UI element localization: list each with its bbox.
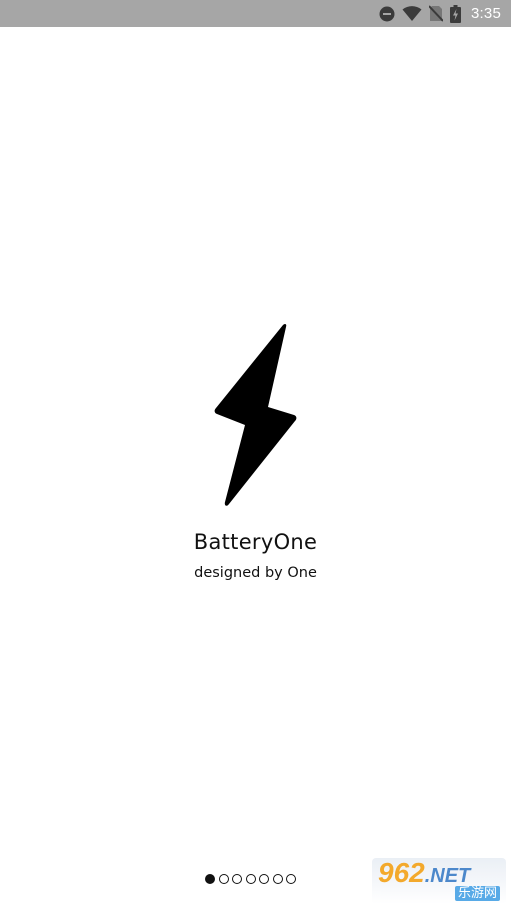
- page-dot[interactable]: [259, 874, 269, 884]
- page-indicator: [205, 874, 296, 884]
- page-dot[interactable]: [272, 874, 283, 884]
- page-dot[interactable]: [245, 874, 256, 884]
- status-time: 3:35: [471, 5, 501, 22]
- page-dot[interactable]: [286, 874, 296, 884]
- watermark-subtitle: 乐游网: [454, 886, 500, 901]
- status-icons: 3:35: [379, 0, 501, 27]
- app-name: BatteryOne: [193, 530, 318, 554]
- page-dot[interactable]: [218, 874, 229, 884]
- page-dot[interactable]: [205, 874, 215, 884]
- tagline: designed by One: [194, 565, 317, 581]
- wifi-icon: [402, 5, 422, 22]
- watermark: 962.NET 乐游网: [372, 858, 506, 904]
- splash-screen: 3:35 BatteryOne designed by One 962.NET …: [0, 0, 511, 908]
- battery-charging-icon: [450, 4, 461, 23]
- watermark-number: 962: [378, 857, 425, 888]
- status-bar: 3:35: [0, 0, 511, 27]
- no-sim-icon: [429, 5, 443, 22]
- watermark-suffix: .NET: [424, 865, 471, 887]
- lightning-bolt-icon: [214, 323, 297, 506]
- do-not-disturb-icon: [379, 6, 395, 22]
- page-dot[interactable]: [232, 874, 242, 884]
